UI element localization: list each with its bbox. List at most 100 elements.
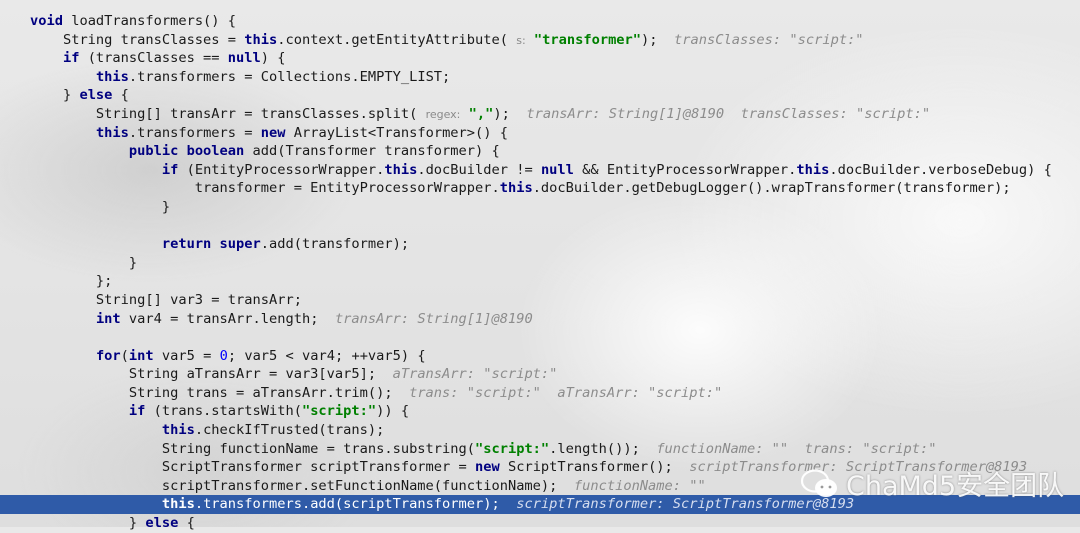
code-text: ( <box>120 347 129 364</box>
code-text: String[] transArr = transClasses.split( <box>30 105 426 122</box>
code-line[interactable]: } <box>30 198 1080 217</box>
inline-debug-value: transArr: String[1]@8190 transClasses: "… <box>526 105 931 122</box>
code-text: .add(transformer); <box>260 236 410 253</box>
code-text: String[] var3 = transArr; <box>30 291 302 308</box>
code-text: (transClasses == <box>79 50 228 67</box>
code-text: ScriptTransformer scriptTransformer = <box>30 459 475 476</box>
watermark-text: ChaMd5安全团队 <box>846 471 1065 502</box>
code-text: .context.getEntityAttribute( <box>277 31 517 48</box>
code-line[interactable]: void loadTransformers() { <box>30 12 1080 31</box>
code-line[interactable] <box>30 328 1080 347</box>
code-text: (trans.startsWith( <box>145 403 302 420</box>
inline-debug-value: aTransArr: "script:" <box>392 366 558 383</box>
code-text: .transformers.add(scriptTransformer); <box>194 496 517 513</box>
code-text: }; <box>30 273 113 290</box>
code-line[interactable]: this.transformers = Collections.EMPTY_LI… <box>30 68 1080 87</box>
code-line[interactable]: for(int var5 = 0; var5 < var4; ++var5) { <box>30 347 1080 366</box>
code-line[interactable]: } else { <box>30 86 1080 105</box>
keyword: this <box>95 68 129 85</box>
keyword: for <box>95 347 121 364</box>
code-text: loadTransformers() { <box>62 13 237 29</box>
parameter-hint: regex: <box>425 107 461 121</box>
keyword: this <box>499 180 533 197</box>
inline-debug-value: transClasses: "script:" <box>674 31 864 48</box>
code-text: .checkIfTrusted(trans); <box>194 422 385 439</box>
code-text: String aTransArr = var3[var5]; <box>30 366 393 383</box>
string-literal: "script:" <box>475 440 550 457</box>
keyword: this <box>161 496 195 513</box>
watermark: ChaMd5安全团队 <box>800 464 1064 503</box>
code-text: && EntityProcessorWrapper. <box>573 161 797 178</box>
code-line[interactable]: if (EntityProcessorWrapper.this.docBuild… <box>30 161 1080 180</box>
keyword: this <box>384 161 418 178</box>
code-line[interactable]: String[] transArr = transClasses.split( … <box>30 105 1080 124</box>
keyword: this <box>244 31 278 48</box>
code-text: { <box>178 515 195 532</box>
inline-debug-value: transArr: String[1]@8190 <box>334 310 533 327</box>
code-line[interactable]: String transClasses = this.context.getEn… <box>30 31 1080 50</box>
code-line[interactable]: if (trans.startsWith("script:")) { <box>30 402 1080 421</box>
code-text: } <box>30 515 146 532</box>
code-editor[interactable]: void loadTransformers() { String transCl… <box>0 12 1080 533</box>
parameter-hint: s: <box>516 33 526 47</box>
code-line[interactable] <box>30 217 1080 236</box>
keyword: null <box>540 161 574 178</box>
code-line[interactable]: String trans = aTransArr.trim(); trans: … <box>30 384 1080 403</box>
number-literal: 0 <box>219 347 228 364</box>
keyword: int <box>128 347 154 364</box>
code-text: transformer = EntityProcessorWrapper. <box>30 180 500 197</box>
keyword: this <box>161 422 195 439</box>
code-line[interactable]: String[] var3 = transArr; <box>30 291 1080 310</box>
keyword: new <box>260 124 286 141</box>
code-line[interactable]: this.checkIfTrusted(trans); <box>30 421 1080 440</box>
code-line[interactable]: this.transformers = new ArrayList<Transf… <box>30 124 1080 143</box>
code-line[interactable]: transformer = EntityProcessorWrapper.thi… <box>30 179 1080 198</box>
code-text: add(Transformer transformer) { <box>244 143 500 160</box>
string-literal: "," <box>468 105 494 122</box>
code-text: ); <box>641 31 675 48</box>
keyword: int <box>95 310 121 327</box>
keyword: void <box>30 13 63 29</box>
code-text: String functionName = trans.substring( <box>30 440 475 457</box>
code-line[interactable]: } else { <box>30 514 1080 533</box>
code-text: .transformers = Collections.EMPTY_LIST; <box>128 68 451 85</box>
keyword: public boolean <box>128 143 245 160</box>
code-text: ); <box>493 105 527 122</box>
code-text: ScriptTransformer(); <box>499 459 690 476</box>
code-line[interactable]: } <box>30 254 1080 273</box>
keyword: else <box>145 515 179 532</box>
code-text: .docBuilder.getDebugLogger().wrapTransfo… <box>532 180 1011 197</box>
keyword: if <box>128 403 146 420</box>
code-text: var5 = <box>153 347 220 364</box>
code-line[interactable]: int var4 = transArr.length; transArr: St… <box>30 310 1080 329</box>
code-text: ; var5 < var4; ++var5) { <box>227 347 426 364</box>
code-line[interactable]: String aTransArr = var3[var5]; aTransArr… <box>30 365 1080 384</box>
code-line[interactable]: if (transClasses == null) { <box>30 49 1080 68</box>
code-line[interactable]: }; <box>30 272 1080 291</box>
code-text: } <box>30 254 138 271</box>
code-text: .length()); <box>549 440 657 457</box>
keyword: if <box>62 50 80 67</box>
keyword: null <box>227 50 261 67</box>
inline-debug-value: trans: "script:" aTransArr: "script:" <box>409 384 723 401</box>
code-text: String trans = aTransArr.trim(); <box>30 384 410 401</box>
keyword: return super <box>161 236 261 253</box>
code-line[interactable]: return super.add(transformer); <box>30 235 1080 254</box>
code-line[interactable]: public boolean add(Transformer transform… <box>30 142 1080 161</box>
inline-debug-value: functionName: "" <box>573 477 706 494</box>
keyword: if <box>161 161 179 178</box>
keyword: this <box>95 124 129 141</box>
code-line[interactable]: String functionName = trans.substring("s… <box>30 440 1080 459</box>
